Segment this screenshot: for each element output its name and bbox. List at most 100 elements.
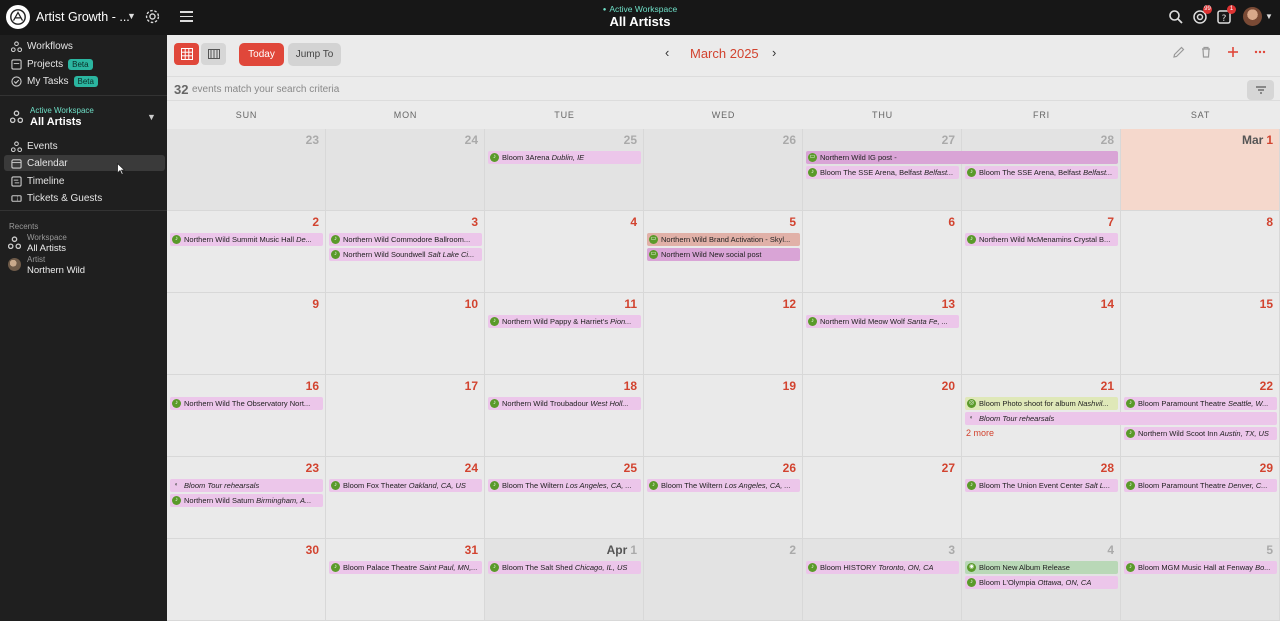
day-cell[interactable]: 28 ♪ Bloom The Union Event Center Salt L..… [962, 457, 1121, 539]
calendar-event[interactable]: ♪ Bloom HISTORY Toronto, ON, CA [806, 561, 959, 574]
day-cell[interactable]: 4 ◉ Bloom New Album Release ♪ Bloom L'Olympi… [962, 539, 1121, 621]
sidebar-item-events[interactable]: Events [4, 138, 165, 154]
calendar-event[interactable]: ♪ Bloom The Wiltern Los Angeles, CA, ... [647, 479, 800, 492]
day-cell[interactable]: 23 ◐ Bloom Tour rehearsals ♪ Northern Wild S… [167, 457, 326, 539]
gear-icon[interactable] [144, 8, 161, 25]
org-name[interactable]: Artist Growth - ... [36, 10, 130, 24]
day-cell[interactable]: 25 ♪ Bloom 3Arena Dublin, IE [485, 129, 644, 211]
calendar-event[interactable]: ♪ Bloom The SSE Arena, Belfast Belfast... [965, 166, 1118, 179]
user-avatar[interactable] [1243, 7, 1262, 26]
day-cell[interactable]: 25 ♪ Bloom The Wiltern Los Angeles, CA, ..… [485, 457, 644, 539]
day-cell[interactable]: 23 [167, 129, 326, 211]
day-cell[interactable]: 7 ♪ Northern Wild McMenamins Crystal B... [962, 211, 1121, 293]
edit-icon[interactable] [1172, 45, 1186, 59]
day-cell[interactable]: 18 ♪ Northern Wild Troubadour West Holl... [485, 375, 644, 457]
calendar-event[interactable]: ♪ Northern Wild Meow Wolf Santa Fe, ... [806, 315, 959, 328]
day-cell[interactable]: 20 [803, 375, 962, 457]
more-icon[interactable] [1253, 45, 1267, 59]
calendar-event[interactable]: ♪ Northern Wild Pappy & Harriet's Pion... [488, 315, 641, 328]
week-view-button[interactable] [201, 43, 226, 65]
sidebar-item-calendar[interactable]: Calendar [4, 155, 165, 171]
calendar-event[interactable]: ♪ Bloom The Salt Shed Chicago, IL, US [488, 561, 641, 574]
day-cell[interactable]: 10 [326, 293, 485, 375]
calendar-event[interactable]: ◉ Bloom New Album Release [965, 561, 1118, 574]
chevron-down-icon[interactable]: ▼ [1265, 12, 1273, 21]
calendar-event[interactable]: ▭ Northern Wild Brand Activation - Skyl..… [647, 233, 800, 246]
day-cell[interactable]: 27 ▭ Northern Wild IG post - ♪ Bloom The SSE… [803, 129, 1118, 211]
more-events-link[interactable]: 2 more [966, 428, 994, 438]
day-cell[interactable]: 17 [326, 375, 485, 457]
calendar-event[interactable]: ◐ Bloom Tour rehearsals [170, 479, 323, 492]
calendar-event[interactable]: ♪ Bloom The SSE Arena, Belfast Belfast... [806, 166, 959, 179]
calendar-event[interactable]: ▭ Northern Wild IG post - [806, 151, 1118, 164]
calendar-event[interactable]: ♪ Northern Wild Soundwell Salt Lake Ci... [329, 248, 482, 261]
sidebar-item-tickets[interactable]: Tickets & Guests [4, 190, 165, 206]
calendar-event[interactable]: ♪ Bloom MGM Music Hall at Fenway Bo... [1124, 561, 1277, 574]
day-cell[interactable]: 27 [803, 457, 962, 539]
calendar-event[interactable]: ♪ Northern Wild The Observatory Nort... [170, 397, 323, 410]
chevron-down-icon[interactable]: ▼ [127, 11, 136, 21]
day-cell[interactable]: 4 [485, 211, 644, 293]
calendar-event[interactable]: ♪ Northern Wild Scoot Inn Austin, TX, US [1124, 427, 1277, 440]
calendar-event[interactable]: ♪ Bloom 3Arena Dublin, IE [488, 151, 641, 164]
app-logo-icon[interactable] [6, 5, 30, 29]
day-cell[interactable]: Mar 1 [1121, 129, 1280, 211]
today-button[interactable]: Today [239, 43, 284, 66]
jump-to-button[interactable]: Jump To [288, 43, 341, 66]
calendar-event[interactable]: ◐ Bloom Tour rehearsals [965, 412, 1277, 425]
calendar-event[interactable]: ♪ Northern Wild Summit Music Hall De... [170, 233, 323, 246]
calendar-event[interactable]: ◎ Bloom Photo shoot for album Nashvil... [965, 397, 1118, 410]
day-cell[interactable]: 11 ♪ Northern Wild Pappy & Harriet's Pion.… [485, 293, 644, 375]
calendar-event[interactable]: ♪ Northern Wild Troubadour West Holl... [488, 397, 641, 410]
calendar-event[interactable]: ♪ Bloom The Union Event Center Salt L... [965, 479, 1118, 492]
sidebar-item-projects[interactable]: Projects Beta [4, 56, 165, 72]
day-cell[interactable]: 15 [1121, 293, 1280, 375]
day-cell[interactable]: 26 ♪ Bloom The Wiltern Los Angeles, CA, ..… [644, 457, 803, 539]
chevron-down-icon[interactable]: ▼ [147, 112, 156, 122]
calendar-event[interactable]: ♪ Bloom Paramount Theatre Denver, C... [1124, 479, 1277, 492]
day-cell[interactable]: Apr 1 ♪ Bloom The Salt Shed Chicago, IL, US [485, 539, 644, 621]
sidebar-item-my-tasks[interactable]: My Tasks Beta [4, 73, 165, 89]
day-cell[interactable]: 14 [962, 293, 1121, 375]
day-cell[interactable]: 12 [644, 293, 803, 375]
search-icon[interactable] [1168, 9, 1184, 25]
day-cell[interactable]: 5 ♪ Bloom MGM Music Hall at Fenway Bo... [1121, 539, 1280, 621]
day-cell[interactable]: 16 ♪ Northern Wild The Observatory Nort... [167, 375, 326, 457]
trash-icon[interactable] [1199, 45, 1213, 59]
day-cell[interactable]: 31 ♪ Bloom Palace Theatre Saint Paul, MN,.… [326, 539, 485, 621]
day-cell[interactable]: 19 [644, 375, 803, 457]
calendar-event[interactable]: ♪ Northern Wild McMenamins Crystal B... [965, 233, 1118, 246]
previous-month-icon[interactable]: ‹ [665, 45, 669, 60]
month-view-button[interactable] [174, 43, 199, 65]
day-cell[interactable]: 13 ♪ Northern Wild Meow Wolf Santa Fe, ... [803, 293, 962, 375]
calendar-event[interactable]: ♪ Bloom Paramount Theatre Seattle, W... [1124, 397, 1277, 410]
day-cell[interactable]: 2 ♪ Northern Wild Summit Music Hall De... [167, 211, 326, 293]
day-cell[interactable]: 24 ♪ Bloom Fox Theater Oakland, CA, US [326, 457, 485, 539]
day-cell[interactable]: 21 ◎ Bloom Photo shoot for album Nashvil..… [962, 375, 1277, 457]
day-cell[interactable]: 28 ♪ Bloom The SSE Arena, Belfast Belfast.… [962, 129, 1121, 211]
day-cell[interactable]: 24 [326, 129, 485, 211]
day-cell[interactable]: 2 [644, 539, 803, 621]
calendar-event[interactable]: ♪ Northern Wild Saturn Birmingham, A... [170, 494, 323, 507]
day-cell[interactable]: 30 [167, 539, 326, 621]
calendar-event[interactable]: ♪ Bloom Fox Theater Oakland, CA, US [329, 479, 482, 492]
sidebar-item-timeline[interactable]: Timeline [4, 173, 165, 189]
active-workspace-header[interactable]: Active Workspace All Artists [555, 4, 725, 29]
day-cell[interactable]: 9 [167, 293, 326, 375]
day-cell[interactable]: 29 ♪ Bloom Paramount Theatre Denver, C... [1121, 457, 1280, 539]
day-cell[interactable]: 3 ♪ Bloom HISTORY Toronto, ON, CA [803, 539, 962, 621]
day-cell[interactable]: 5 ▭ Northern Wild Brand Activation - Skyl.… [644, 211, 803, 293]
filter-button[interactable] [1247, 80, 1274, 100]
calendar-event[interactable]: ♪ Bloom Palace Theatre Saint Paul, MN,... [329, 561, 482, 574]
day-cell[interactable]: 26 [644, 129, 803, 211]
next-month-icon[interactable]: › [772, 45, 776, 60]
calendar-event[interactable]: ♪ Northern Wild Commodore Ballroom... [329, 233, 482, 246]
calendar-event[interactable]: ♪ Bloom L'Olympia Ottawa, ON, CA [965, 576, 1118, 589]
calendar-event[interactable]: ♪ Bloom The Wiltern Los Angeles, CA, ... [488, 479, 641, 492]
day-cell[interactable]: 6 [803, 211, 962, 293]
sidebar-item-workflows[interactable]: Workflows [4, 38, 165, 54]
day-cell[interactable]: 3 ♪ Northern Wild Commodore Ballroom... ♪ No… [326, 211, 485, 293]
day-cell[interactable]: 8 [1121, 211, 1280, 293]
calendar-event[interactable]: ▭ Northern Wild New social post [647, 248, 800, 261]
menu-icon[interactable] [180, 11, 193, 22]
